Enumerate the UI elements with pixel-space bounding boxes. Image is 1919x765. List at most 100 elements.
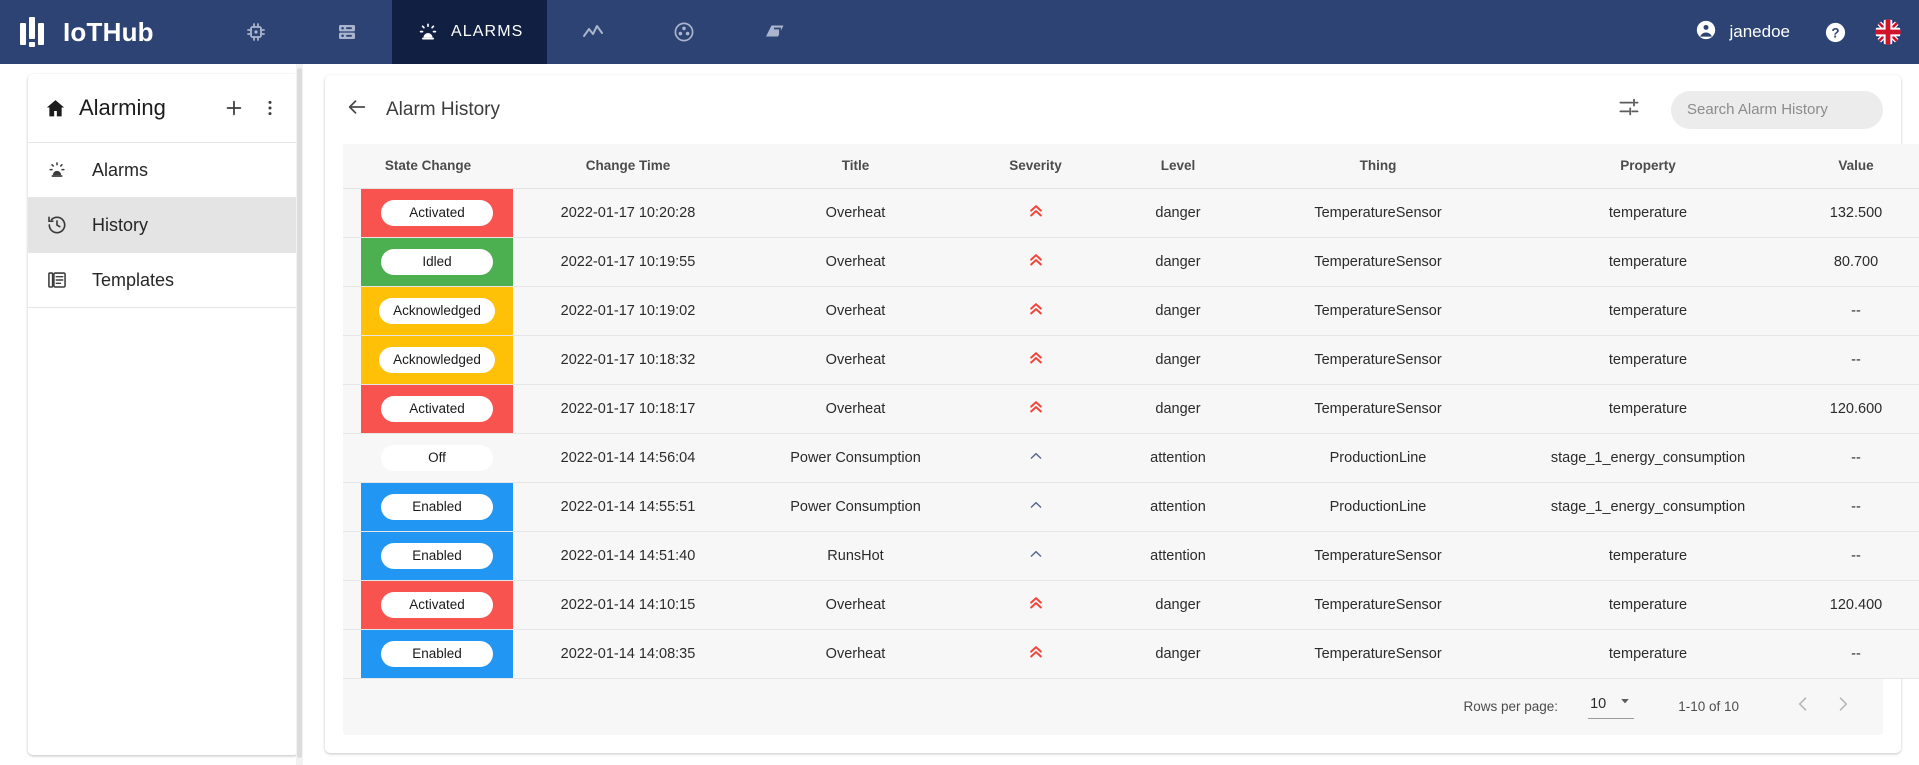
- table-row[interactable]: Enabled 2022-01-14 14:51:40 RunsHot attenti…: [343, 531, 1919, 581]
- sidebar-more-menu-button[interactable]: [257, 95, 283, 121]
- nav-things[interactable]: [210, 0, 301, 64]
- table-row[interactable]: Activated 2022-01-17 10:20:28 Overheat dang…: [343, 188, 1919, 238]
- sidebar-scrollbar-thumb[interactable]: [297, 68, 302, 758]
- cell-title: Overheat: [743, 335, 968, 385]
- state-change-pill: Activated: [381, 591, 493, 618]
- sidebar-item-templates[interactable]: Templates: [28, 252, 299, 307]
- state-change-pill: Idled: [381, 248, 493, 275]
- double-chevron-up-icon: [1027, 202, 1045, 220]
- cell-severity: [968, 286, 1103, 336]
- state-change-band: Acknowledged: [361, 286, 513, 335]
- cell-value: 80.700: [1793, 237, 1919, 287]
- nav-analytics[interactable]: [547, 0, 638, 64]
- cell-state-change[interactable]: Off: [343, 433, 513, 483]
- alarm-light-icon: [416, 20, 440, 44]
- back-button[interactable]: [342, 95, 372, 125]
- column-header-thing: Thing: [1253, 144, 1503, 189]
- cell-thing: TemperatureSensor: [1253, 237, 1503, 287]
- brand-logo[interactable]: IoTHub: [0, 0, 210, 64]
- cell-change-time: 2022-01-14 14:51:40: [513, 531, 743, 581]
- search-alarm-history-input[interactable]: Search Alarm History: [1671, 90, 1883, 129]
- cell-level: danger: [1103, 335, 1253, 385]
- alarming-panel: Alarming Alarms History Templates: [28, 74, 299, 755]
- cell-value: --: [1793, 482, 1919, 532]
- cell-state-change[interactable]: Enabled: [343, 482, 513, 532]
- cell-state-change[interactable]: Acknowledged: [343, 335, 513, 385]
- double-chevron-up-icon: [1027, 594, 1045, 612]
- column-header-level: Level: [1103, 144, 1253, 189]
- home-icon: [44, 97, 67, 120]
- table-row[interactable]: Off 2022-01-14 14:56:04 Power Consumption a…: [343, 433, 1919, 483]
- rows-per-page-value: 10: [1590, 695, 1607, 712]
- cell-state-change[interactable]: Activated: [343, 188, 513, 238]
- column-header-state-change: State Change: [343, 144, 513, 189]
- cell-title: Overheat: [743, 629, 968, 679]
- sidebar-item-history[interactable]: History: [28, 197, 299, 252]
- alarm-history-table: State Change Change Time Title Severity …: [343, 144, 1919, 679]
- templates-icon: [46, 269, 76, 291]
- state-change-band: Activated: [361, 580, 513, 629]
- cell-value: --: [1793, 433, 1919, 483]
- help-circle-icon[interactable]: ?: [1824, 21, 1847, 44]
- table-row[interactable]: Activated 2022-01-17 10:18:17 Overheat dang…: [343, 384, 1919, 434]
- cell-value: --: [1793, 629, 1919, 679]
- cell-change-time: 2022-01-17 10:19:02: [513, 286, 743, 336]
- table-row[interactable]: Activated 2022-01-14 14:10:15 Overheat dang…: [343, 580, 1919, 630]
- user-menu[interactable]: janedoe: [1695, 19, 1790, 46]
- state-change-band: Enabled: [361, 629, 513, 678]
- state-change-pill: Acknowledged: [379, 297, 495, 324]
- cell-property: temperature: [1503, 237, 1793, 287]
- state-change-band: Enabled: [361, 482, 513, 531]
- uk-flag-icon[interactable]: [1875, 19, 1901, 45]
- top-navigation-bar: IoTHub ALARMS janedoe ?: [0, 0, 1919, 64]
- cell-state-change[interactable]: Acknowledged: [343, 286, 513, 336]
- cell-severity: [968, 580, 1103, 630]
- cell-severity: [968, 237, 1103, 287]
- column-header-change-time: Change Time: [513, 144, 743, 189]
- brand-name: IoTHub: [63, 16, 154, 47]
- top-right-controls: janedoe ?: [1695, 0, 1919, 64]
- cell-state-change[interactable]: Activated: [343, 580, 513, 630]
- cell-state-change[interactable]: Enabled: [343, 629, 513, 679]
- cell-severity: [968, 335, 1103, 385]
- nav-flows[interactable]: [729, 0, 820, 64]
- alarm-history-card: Alarm History Search Alarm History State: [325, 75, 1919, 753]
- nav-users[interactable]: [638, 0, 729, 64]
- content-header: Alarm History Search Alarm History: [325, 75, 1901, 144]
- cell-state-change[interactable]: Idled: [343, 237, 513, 287]
- sidebar-item-alarms[interactable]: Alarms: [28, 142, 299, 197]
- cell-state-change[interactable]: Activated: [343, 384, 513, 434]
- filter-settings-button[interactable]: [1617, 95, 1641, 124]
- svg-text:?: ?: [1831, 25, 1839, 40]
- cell-property: temperature: [1503, 629, 1793, 679]
- chevron-down-icon: [1618, 694, 1632, 713]
- users-group-icon: [672, 20, 696, 44]
- table-row[interactable]: Acknowledged 2022-01-17 10:19:02 Overheat d…: [343, 286, 1919, 336]
- sidebar-item-label: Alarms: [92, 159, 149, 180]
- column-header-property: Property: [1503, 144, 1793, 189]
- cell-property: temperature: [1503, 531, 1793, 581]
- nav-data[interactable]: [301, 0, 392, 64]
- page-title: Alarm History: [386, 98, 501, 120]
- next-page-button[interactable]: [1823, 687, 1863, 727]
- nav-alarms[interactable]: ALARMS: [392, 0, 548, 64]
- table-row[interactable]: Idled 2022-01-17 10:19:55 Overheat danger Te…: [343, 237, 1919, 287]
- rows-per-page-select[interactable]: 10: [1588, 694, 1635, 719]
- cell-change-time: 2022-01-17 10:18:17: [513, 384, 743, 434]
- previous-page-button[interactable]: [1783, 687, 1823, 727]
- double-chevron-up-icon: [1027, 643, 1045, 661]
- alarm-light-icon: [46, 159, 76, 181]
- cell-state-change[interactable]: Enabled: [343, 531, 513, 581]
- sidebar-scrollbar[interactable]: [296, 64, 303, 765]
- cell-change-time: 2022-01-14 14:56:04: [513, 433, 743, 483]
- add-alarm-button[interactable]: [221, 95, 247, 121]
- cell-change-time: 2022-01-14 14:08:35: [513, 629, 743, 679]
- cell-value: 132.500: [1793, 188, 1919, 238]
- table-row[interactable]: Enabled 2022-01-14 14:55:51 Power Consumpt…: [343, 482, 1919, 532]
- table-row[interactable]: Enabled 2022-01-14 14:08:35 Overheat danger…: [343, 629, 1919, 679]
- arrow-left-icon: [346, 96, 368, 123]
- cell-thing: ProductionLine: [1253, 433, 1503, 483]
- state-change-band: Activated: [361, 188, 513, 237]
- table-row[interactable]: Acknowledged 2022-01-17 10:18:32 Overheat d…: [343, 335, 1919, 385]
- cell-title: Overheat: [743, 384, 968, 434]
